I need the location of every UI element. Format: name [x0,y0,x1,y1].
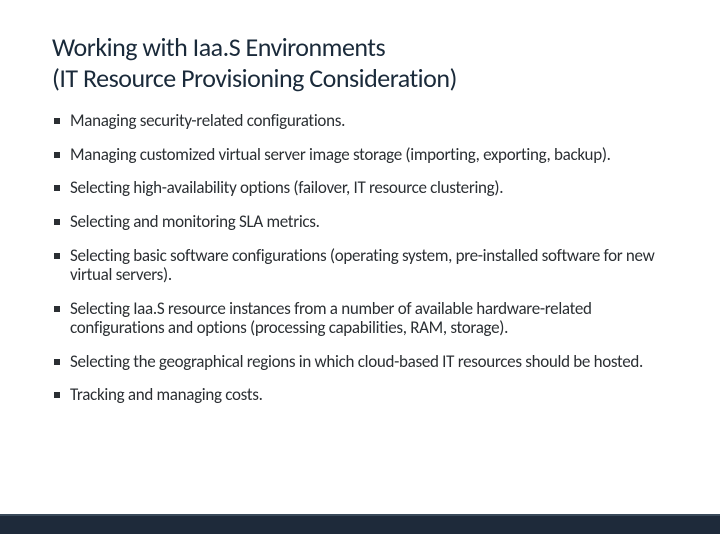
list-item: Managing customized virtual server image… [52,145,668,165]
slide: Working with Iaa.S Environments (IT Reso… [0,0,720,540]
bullet-list: Managing security-related configurations… [52,111,668,404]
list-item: Selecting basic software configurations … [52,246,668,285]
footer-bar [0,516,720,534]
list-item: Tracking and managing costs. [52,385,668,405]
list-item: Selecting high-availability options (fai… [52,178,668,198]
list-item: Selecting Iaa.S resource instances from … [52,299,668,338]
slide-title: Working with Iaa.S Environments (IT Reso… [52,32,668,93]
list-item: Managing security-related configurations… [52,111,668,131]
title-line-2: (IT Resource Provisioning Consideration) [52,62,457,94]
list-item: Selecting the geographical regions in wh… [52,352,668,372]
title-line-1: Working with Iaa.S Environments [52,31,385,63]
list-item: Selecting and monitoring SLA metrics. [52,212,668,232]
